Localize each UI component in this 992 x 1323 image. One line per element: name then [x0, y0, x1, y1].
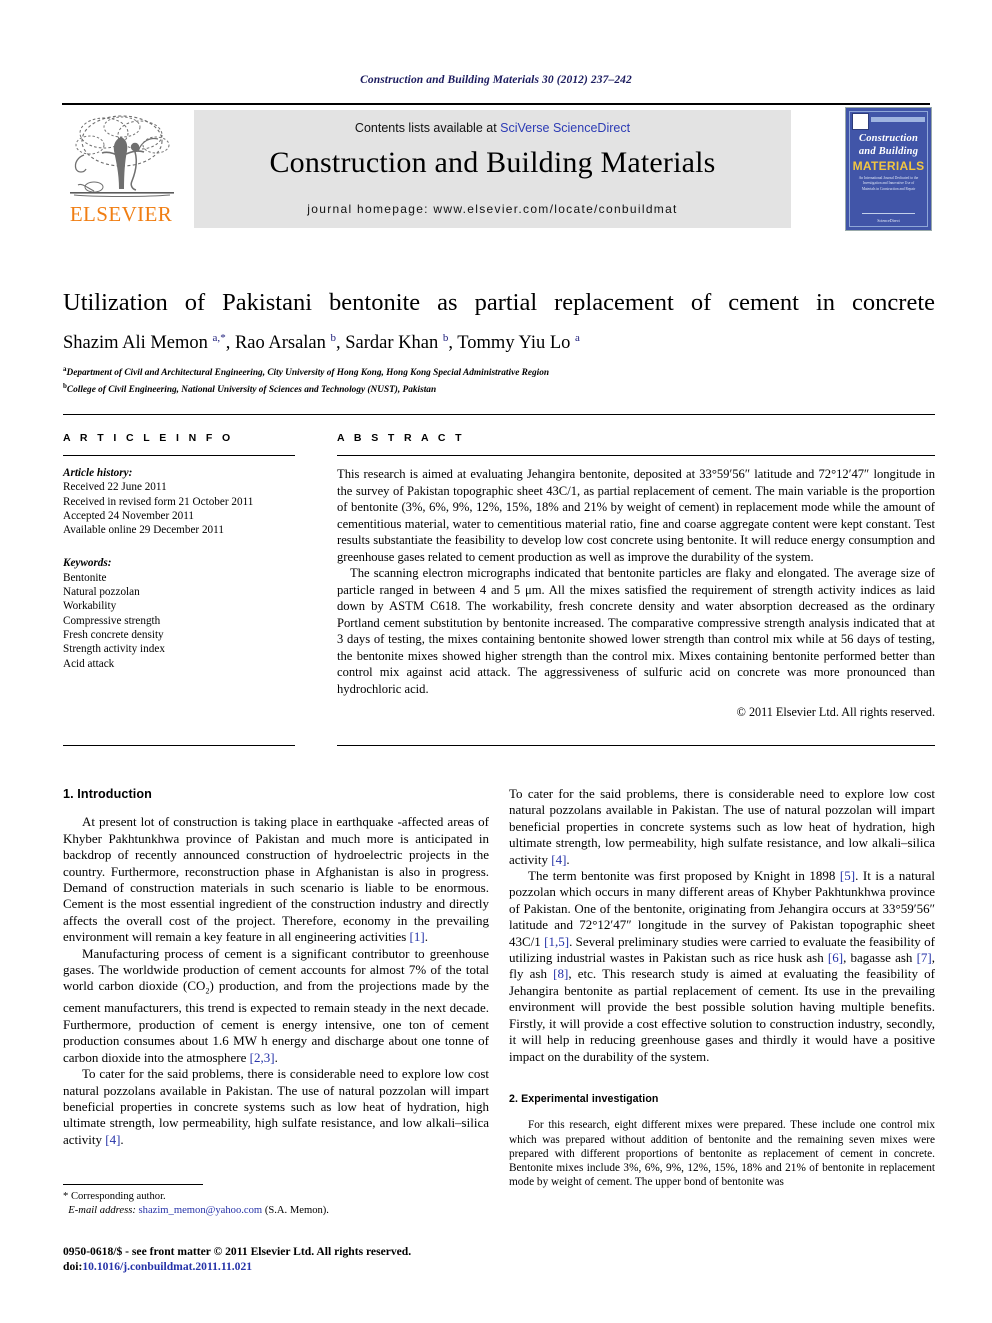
cover-title-line2: and Building — [858, 146, 919, 157]
article-page: Construction and Building Materials 30 (… — [0, 0, 992, 1323]
cover-top-bar — [871, 117, 925, 122]
journal-title: Construction and Building Materials — [269, 146, 716, 179]
footnote-block: * Corresponding author. E-mail address: … — [63, 1190, 489, 1217]
abstract-paragraph: This research is aimed at evaluating Jeh… — [337, 467, 935, 564]
email-label: E-mail address: — [68, 1204, 136, 1216]
abstract-heading: A B S T R A C T — [337, 432, 465, 444]
cover-title-line3: MATERIALS — [852, 159, 925, 173]
abstract-bottom-rule — [337, 745, 935, 746]
body-paragraph: To cater for the said problems, there is… — [509, 786, 935, 867]
history-item: Accepted 24 November 2011 — [63, 509, 194, 522]
issn-copyright-line: 0950-0618/$ - see front matter © 2011 El… — [63, 1245, 412, 1258]
cover-logo-badge — [852, 113, 869, 130]
elsevier-logo: ELSEVIER — [62, 111, 180, 231]
cover-blurb: An International Journal Dedicated to th… — [858, 176, 919, 191]
abstract-copyright: © 2011 Elsevier Ltd. All rights reserved… — [736, 705, 935, 719]
citation-ref[interactable]: [2,3] — [250, 1050, 275, 1065]
body-column-left: 1. Introduction At present lot of constr… — [63, 786, 489, 1148]
citation-ref[interactable]: [4] — [551, 852, 566, 867]
doi-line: doi:10.1016/j.conbuildmat.2011.11.021 — [63, 1260, 563, 1275]
abstract-rule — [337, 455, 935, 456]
keyword-item: Acid attack — [63, 657, 115, 670]
journal-banner: Contents lists available at SciVerse Sci… — [194, 110, 791, 228]
body-column-right: To cater for the said problems, there is… — [509, 786, 935, 1189]
affiliation-item: bCollege of Civil Engineering, National … — [63, 381, 437, 395]
cover-title-line1: Construction — [858, 133, 918, 144]
citation-ref[interactable]: [7] — [917, 950, 932, 965]
page-footer: 0950-0618/$ - see front matter © 2011 El… — [63, 1245, 563, 1274]
affiliation-item: aDepartment of Civil and Architectural E… — [63, 365, 550, 379]
affiliation-list: aDepartment of Civil and Architectural E… — [63, 363, 935, 396]
abstract-body: This research is aimed at evaluating Jeh… — [337, 466, 935, 721]
email-suffix: (S.A. Memon). — [264, 1204, 329, 1216]
body-paragraph: To cater for the said problems, there is… — [63, 1066, 489, 1147]
info-top-rule — [63, 414, 935, 415]
citation-ref[interactable]: [4] — [105, 1132, 120, 1147]
elsevier-tree-icon — [64, 111, 180, 203]
abstract-paragraph: The scanning electron micrographs indica… — [337, 566, 935, 696]
abstract-column: A B S T R A C T This research is aimed a… — [337, 432, 935, 721]
keyword-item: Workability — [63, 600, 117, 613]
body-paragraph: At present lot of construction is taking… — [63, 814, 489, 945]
contents-prefix: Contents lists available at — [354, 121, 501, 135]
email-note: E-mail address: shazim_memon@yahoo.com (… — [63, 1204, 489, 1218]
article-history-block: Article history: Received 22 June 2011 R… — [63, 466, 295, 537]
body-paragraph: The term bentonite was first proposed by… — [509, 868, 936, 1064]
article-info-rule — [63, 455, 295, 456]
keyword-item: Bentonite — [63, 571, 107, 584]
page-title: Utilization of Pakistani bentonite as pa… — [63, 289, 935, 316]
sciencedirect-link[interactable]: SciVerse ScienceDirect — [500, 121, 630, 135]
article-info-column: A R T I C L E I N F O Article history: R… — [63, 432, 295, 671]
section-heading-experimental: 2. Experimental investigation — [509, 1092, 659, 1105]
journal-cover-thumbnail[interactable]: Construction and Building MATERIALS An I… — [845, 107, 932, 231]
citation-ref[interactable]: [1,5] — [544, 934, 569, 949]
article-info-heading: A R T I C L E I N F O — [63, 432, 234, 444]
email-link[interactable]: shazim_memon@yahoo.com — [139, 1205, 263, 1216]
keyword-item: Strength activity index — [63, 643, 165, 656]
journal-homepage[interactable]: journal homepage: www.elsevier.com/locat… — [194, 202, 791, 216]
contents-line: Contents lists available at SciVerse Sci… — [194, 121, 791, 135]
corresponding-author-note: * Corresponding author. — [63, 1191, 166, 1202]
doi-label: doi: — [63, 1259, 83, 1273]
info-bottom-rule — [63, 745, 295, 746]
keywords-block: Keywords: Bentonite Natural pozzolan Wor… — [63, 556, 295, 670]
article-history-label: Article history: — [63, 467, 133, 479]
journal-masthead: ELSEVIER Contents lists available at Sci… — [62, 103, 932, 236]
keyword-item: Natural pozzolan — [63, 586, 140, 599]
history-item: Received in revised form 21 October 2011 — [63, 495, 254, 508]
section-heading-introduction: 1. Introduction — [63, 787, 152, 801]
citation-ref[interactable]: [5] — [840, 868, 855, 883]
doi-link[interactable]: 10.1016/j.conbuildmat.2011.11.021 — [82, 1260, 252, 1273]
history-item: Received 22 June 2011 — [63, 481, 167, 494]
citation-ref[interactable]: [6] — [828, 950, 843, 965]
citation-ref[interactable]: [8] — [553, 966, 568, 981]
cover-footer-text: ScienceDirect — [877, 218, 900, 223]
footnote-rule — [63, 1184, 203, 1185]
body-paragraph: For this research, eight different mixes… — [509, 1119, 935, 1189]
keyword-item: Compressive strength — [63, 614, 161, 627]
elsevier-wordmark: ELSEVIER — [69, 202, 173, 226]
citation-ref[interactable]: [1] — [410, 929, 425, 944]
cover-divider — [862, 213, 915, 214]
running-head: Construction and Building Materials 30 (… — [360, 74, 632, 86]
history-item: Available online 29 December 2011 — [63, 524, 224, 537]
body-paragraph: Manufacturing process of cement is a sig… — [63, 945, 489, 1065]
keyword-item: Fresh concrete density — [63, 628, 164, 641]
keywords-label: Keywords: — [63, 557, 112, 570]
author-list: Shazim Ali Memon a,*, Rao Arsalan b, Sar… — [63, 332, 580, 354]
